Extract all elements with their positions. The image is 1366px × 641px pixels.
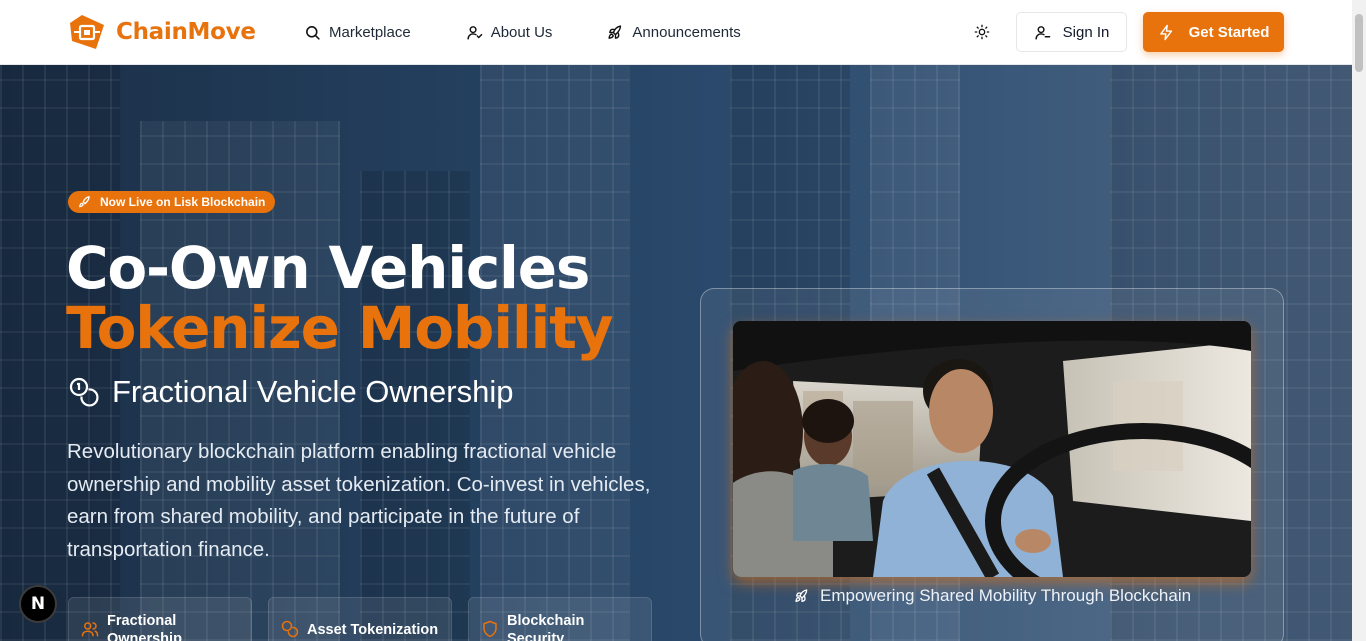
feature-asset-tokenization: Asset Tokenization (268, 597, 452, 641)
get-started-label: Get Started (1188, 23, 1270, 41)
sign-in-label: Sign In (1062, 23, 1110, 41)
hero-subtitle-text: Fractional Vehicle Ownership (112, 374, 514, 409)
nav-about-us-label: About Us (490, 23, 553, 41)
coins-icon (281, 620, 299, 638)
user-icon (467, 25, 482, 40)
nav-about-us[interactable]: About Us (466, 20, 553, 44)
page-scrollbar[interactable] (1352, 0, 1366, 641)
brand-name: ChainMove (116, 19, 256, 45)
live-status-label: Now Live on Lisk Blockchain (100, 195, 266, 209)
user-icon (1035, 25, 1050, 40)
scrollbar-thumb[interactable] (1355, 14, 1363, 72)
nav-marketplace-label: Marketplace (329, 23, 411, 41)
shield-icon (483, 620, 497, 638)
site-header: ChainMove Marketplace About Us Announcem… (0, 0, 1352, 65)
sun-icon (974, 24, 990, 40)
get-started-button[interactable]: Get Started (1143, 12, 1284, 52)
rocket-icon (79, 196, 90, 208)
lightning-icon (1159, 24, 1172, 40)
coins-icon (69, 377, 99, 407)
users-icon (81, 622, 99, 637)
hero-title-line1: Co-Own Vehicles (66, 234, 590, 302)
hero-subtitle: Fractional Vehicle Ownership (68, 374, 513, 410)
hero-title-line2: Tokenize Mobility (66, 294, 614, 362)
dev-tools-badge[interactable]: N (19, 585, 57, 623)
rocket-icon (608, 24, 622, 39)
hero-description: Revolutionary blockchain platform enabli… (67, 440, 651, 561)
main-nav: Marketplace About Us Announcements (304, 20, 796, 44)
nav-announcements-label: Announcements (632, 23, 741, 41)
nav-marketplace[interactable]: Marketplace (304, 20, 411, 44)
media-caption: Empowering Shared Mobility Through Block… (794, 586, 1191, 606)
feature-fractional-ownership: Fractional Ownership (68, 597, 252, 641)
theme-toggle-button[interactable] (970, 21, 994, 43)
feature-label: Blockchain Security (507, 613, 585, 641)
feature-label: Asset Tokenization (307, 622, 439, 638)
feature-label: Fractional Ownership (107, 613, 182, 641)
live-status-badge: Now Live on Lisk Blockchain (68, 191, 276, 213)
car-interior-illustration (733, 321, 1251, 577)
rocket-icon (795, 589, 808, 602)
search-icon (306, 25, 320, 40)
feature-blockchain-security: Blockchain Security (468, 597, 652, 641)
brand-logo[interactable]: ChainMove (68, 13, 256, 51)
sign-in-button[interactable]: Sign In (1016, 12, 1127, 52)
media-caption-text: Empowering Shared Mobility Through Block… (820, 586, 1192, 605)
hero-video[interactable] (733, 321, 1251, 577)
chainmove-logo-icon (68, 13, 106, 51)
nav-announcements[interactable]: Announcements (607, 20, 741, 44)
